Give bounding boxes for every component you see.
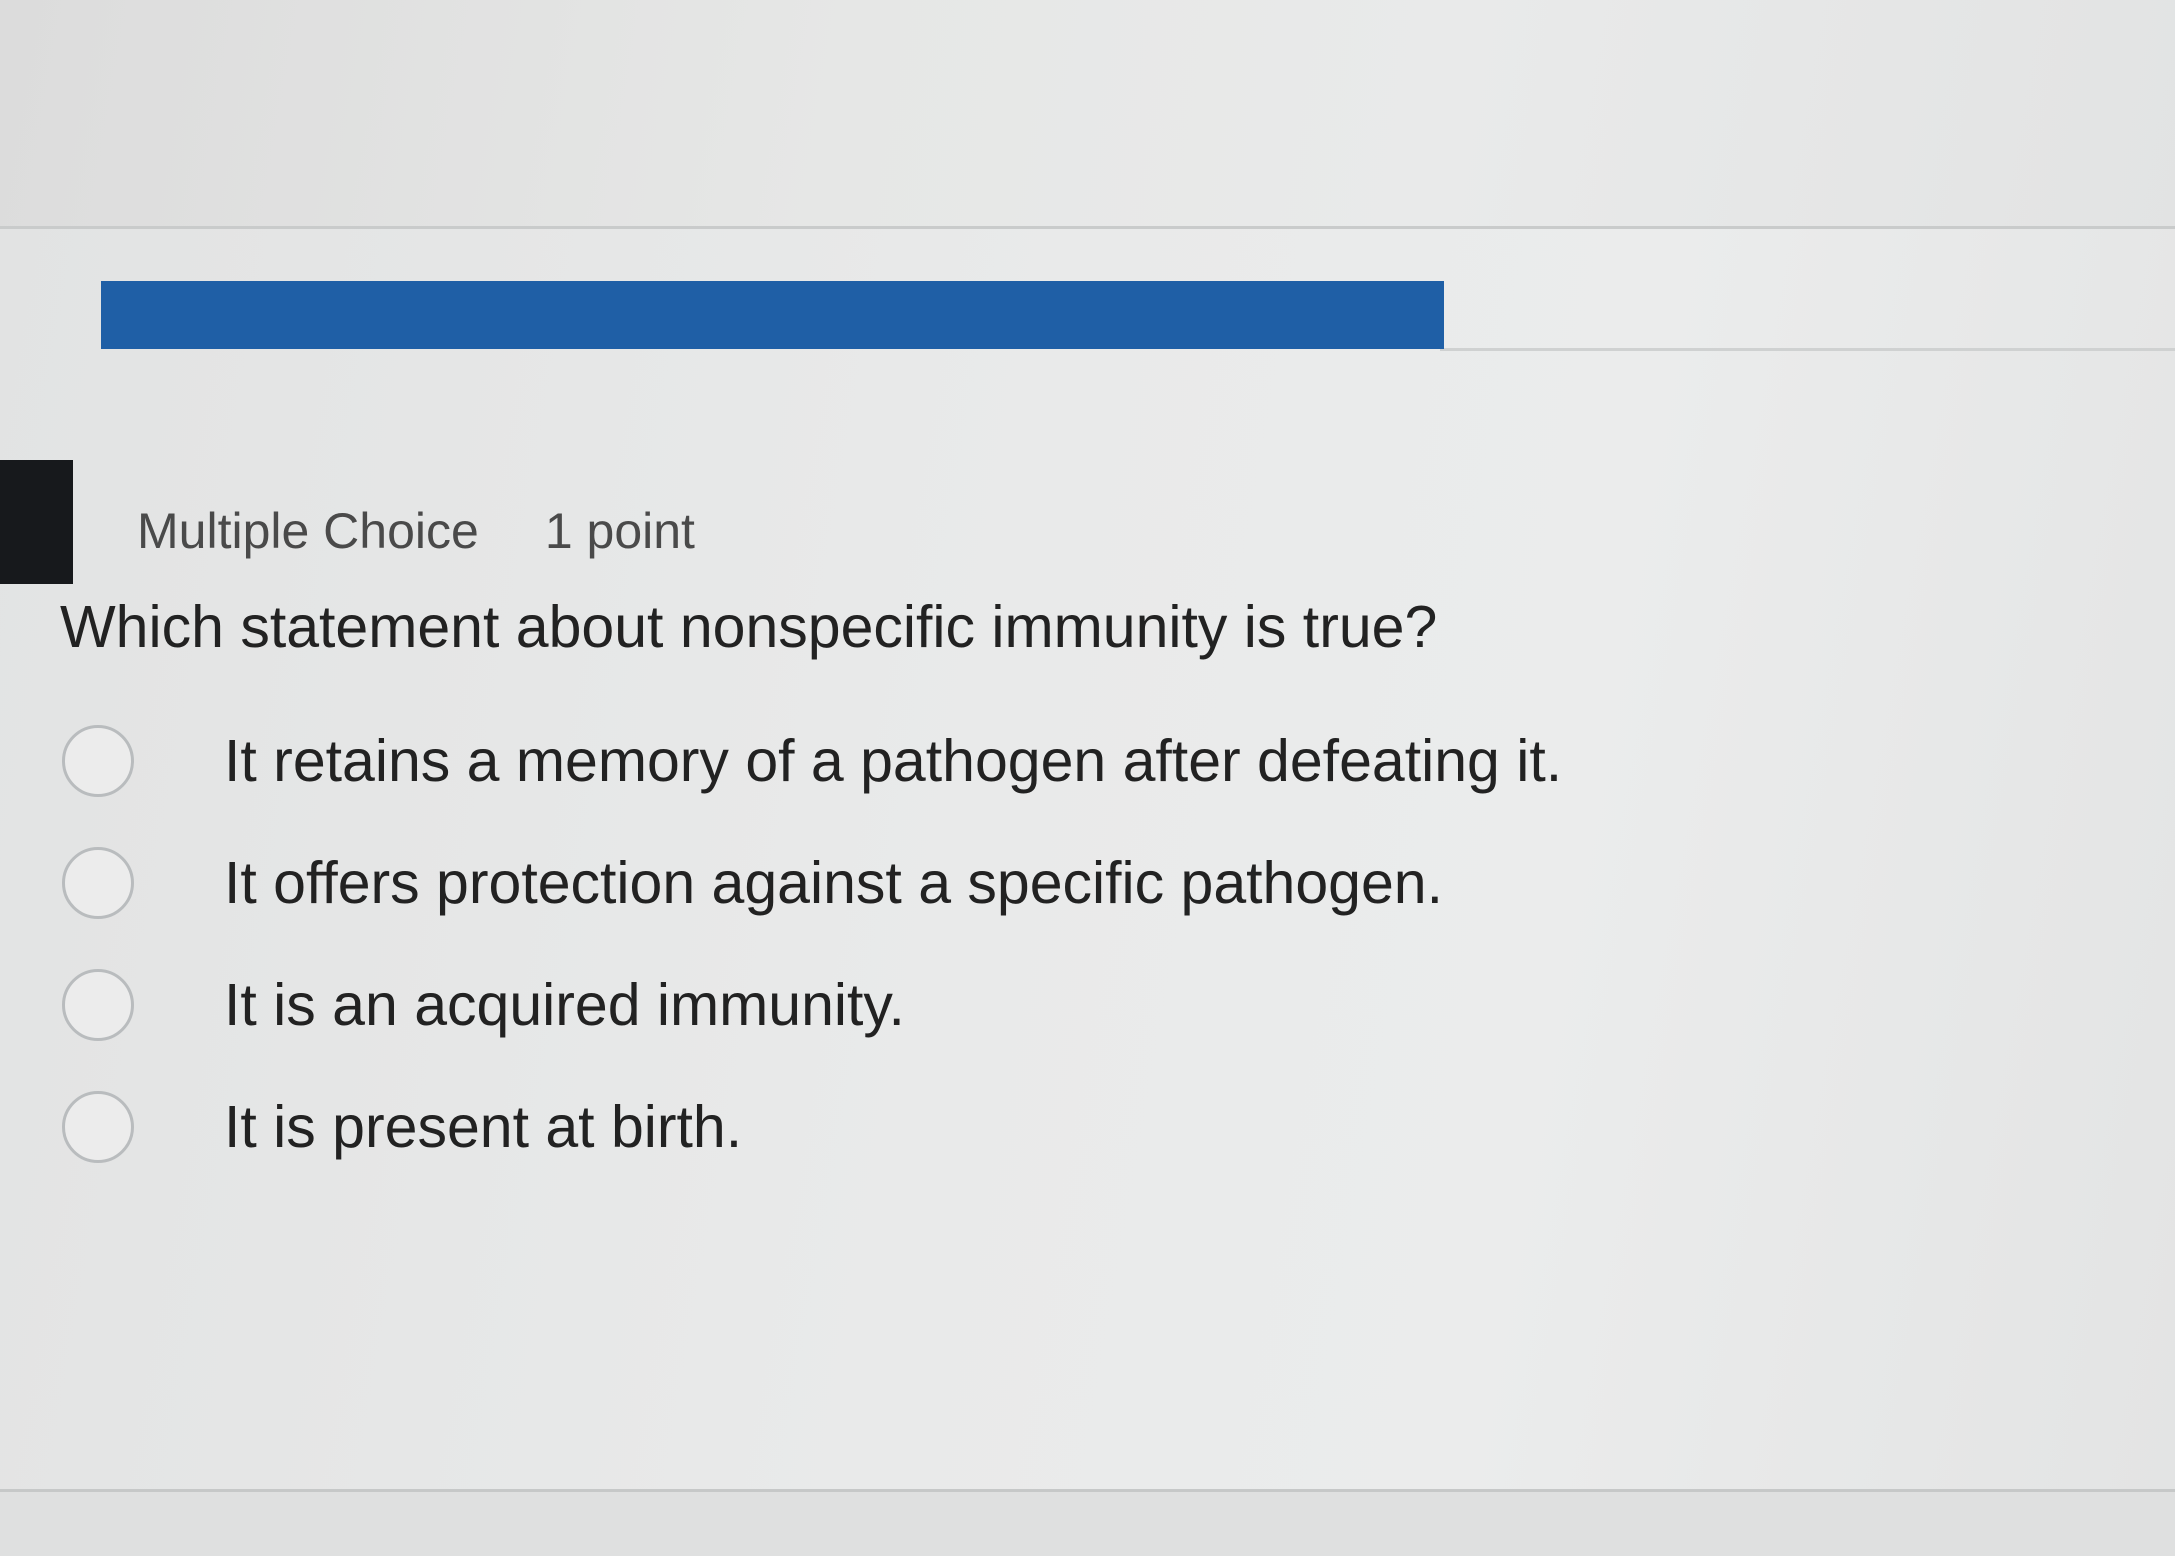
question-type: Multiple Choice [137, 503, 479, 559]
radio-button[interactable] [62, 847, 134, 919]
radio-button[interactable] [62, 725, 134, 797]
answer-option-label[interactable]: It offers protection against a specific … [224, 849, 1443, 917]
question-prompt: Which statement about nonspecific immuni… [60, 594, 1438, 660]
question-meta: Multiple Choice 1 point [137, 496, 695, 566]
footer-area [0, 1492, 2175, 1556]
question-marker [0, 460, 73, 584]
answer-option-label[interactable]: It is present at birth. [224, 1093, 742, 1161]
answer-option[interactable]: It retains a memory of a pathogen after … [62, 700, 1562, 822]
answer-option[interactable]: It is an acquired immunity. [62, 944, 1562, 1066]
radio-button[interactable] [62, 969, 134, 1041]
progress-bar [101, 281, 1444, 349]
answer-option-label[interactable]: It is an acquired immunity. [224, 971, 905, 1039]
answer-options: It retains a memory of a pathogen after … [62, 700, 1562, 1188]
answer-option[interactable]: It is present at birth. [62, 1066, 1562, 1188]
progress-track [1440, 348, 2175, 351]
question-points: 1 point [544, 503, 695, 559]
radio-button[interactable] [62, 1091, 134, 1163]
answer-option[interactable]: It offers protection against a specific … [62, 822, 1562, 944]
answer-option-label[interactable]: It retains a memory of a pathogen after … [224, 727, 1562, 795]
